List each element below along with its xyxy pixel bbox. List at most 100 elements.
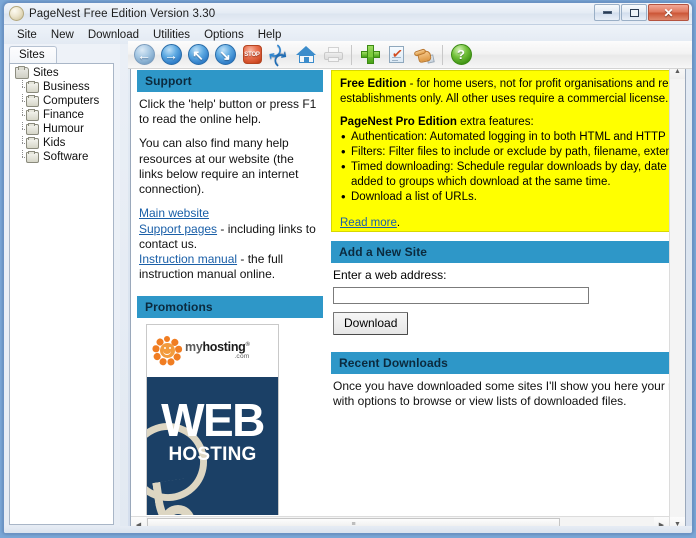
support-panel: Support Click the 'help' button or press…	[137, 70, 323, 287]
help-button[interactable]: ?	[448, 42, 474, 68]
support-pages-link[interactable]: Support pages	[139, 222, 217, 236]
down-button[interactable]: ↘	[212, 42, 238, 68]
ad-registered-mark: ®	[245, 341, 250, 348]
tree-item-label: Kids	[43, 137, 66, 149]
sites-tabstrip: Sites	[4, 44, 120, 64]
ad-headline-web: WEB	[161, 393, 265, 446]
page-vertical-scrollbar[interactable]: ▲ ▼	[669, 64, 685, 532]
close-icon: ✕	[663, 5, 674, 20]
folder-icon	[26, 108, 39, 121]
sites-tree[interactable]: Sites Business Computers Finance Humour …	[9, 63, 114, 525]
free-edition-intro: Free Edition - for home users, not for p…	[340, 77, 685, 107]
pro-edition-title: PageNest Pro Edition	[340, 115, 457, 128]
pro-feature-list: Authentication: Automated logging in to …	[340, 129, 685, 206]
toolbar-separator-1	[351, 44, 352, 65]
forward-button[interactable]: →	[158, 42, 184, 68]
page-left-column: Support Click the 'help' button or press…	[137, 70, 323, 515]
support-para-1: Click the 'help' button or press F1 to r…	[139, 97, 317, 127]
add-site-button[interactable]	[357, 42, 383, 68]
tree-item-label: Business	[43, 81, 90, 93]
tree-root-sites[interactable]: Sites	[10, 64, 113, 80]
welcome-page: Support Click the 'help' button or press…	[131, 64, 685, 515]
welcome-page-viewport: Support Click the 'help' button or press…	[131, 64, 685, 515]
recent-downloads-panel: Recent Downloads Once you have downloade…	[331, 352, 685, 413]
recent-downloads-text: Once you have downloaded some sites I'll…	[333, 379, 685, 409]
stop-sign-icon: STOP	[242, 45, 262, 64]
page-right-column: Snapfiles Free Edition - for home users,…	[331, 70, 685, 515]
free-edition-title: Free Edition	[340, 78, 407, 90]
minimize-button[interactable]	[594, 4, 620, 21]
home-icon	[295, 45, 317, 64]
tree-item-computers[interactable]: Computers	[10, 94, 113, 108]
read-more-line: Read more.	[340, 216, 685, 231]
down-right-arrow-icon: ↘	[214, 44, 236, 65]
back-button[interactable]: ←	[131, 42, 157, 68]
refresh-icon: ⤾ ⤾	[267, 42, 288, 68]
ad-logo-prefix: my	[185, 339, 203, 354]
ad-logo-text: myhosting® .com	[185, 339, 250, 361]
web-address-input[interactable]	[333, 287, 589, 304]
maximize-button[interactable]	[621, 4, 647, 21]
tree-item-business[interactable]: Business	[10, 80, 113, 94]
instruction-manual-link[interactable]: Instruction manual	[139, 252, 237, 266]
promotions-panel: Promotions myhosting® .com WEB HOSTING	[137, 295, 323, 515]
recent-downloads-heading: Recent Downloads	[331, 352, 685, 374]
pro-feature-item: Filters: Filter files to include or excl…	[340, 144, 685, 161]
select-button[interactable]	[411, 42, 437, 68]
support-heading: Support	[137, 70, 323, 92]
read-more-link[interactable]: Read more	[340, 217, 397, 229]
ad-headline-hosting: HOSTING	[168, 443, 257, 465]
home-button[interactable]	[293, 42, 319, 68]
pro-feature-item: Download a list of URLs.	[340, 189, 685, 206]
menu-site[interactable]: Site	[10, 27, 44, 43]
tree-item-label: Software	[43, 151, 89, 163]
promotions-heading: Promotions	[137, 295, 323, 318]
up-left-arrow-icon: ↖	[187, 44, 209, 65]
tree-item-label: Humour	[43, 123, 84, 135]
ad-logo-suffix: hosting	[202, 339, 246, 354]
menu-new[interactable]: New	[44, 27, 81, 43]
sites-root-folder-icon	[15, 66, 29, 79]
download-button[interactable]: Download	[333, 312, 409, 335]
free-edition-panel: Free Edition - for home users, not for p…	[331, 70, 685, 232]
panel-splitter[interactable]	[120, 44, 128, 533]
toolbar-separator-2	[442, 44, 443, 65]
recent-downloads-body: Once you have downloaded some sites I'll…	[331, 374, 685, 413]
add-new-site-panel: Add a New Site Enter a web address: Down…	[331, 241, 685, 343]
title-bar: PageNest Free Edition Version 3.30 ✕	[4, 3, 692, 25]
web-address-label: Enter a web address:	[333, 268, 447, 282]
up-button[interactable]: ↖	[185, 42, 211, 68]
myhosting-sun-logo-icon	[151, 335, 183, 366]
app-sphere-icon	[9, 6, 24, 21]
tree-item-kids[interactable]: Kids	[10, 136, 113, 150]
help-question-icon: ?	[450, 44, 472, 65]
folder-icon	[26, 80, 39, 93]
back-arrow-icon: ←	[133, 44, 155, 65]
window-title: PageNest Free Edition Version 3.30	[29, 7, 216, 20]
support-links: Main website Support pages - including l…	[139, 206, 321, 282]
properties-button[interactable]: ✓	[384, 42, 410, 68]
folder-icon	[26, 150, 39, 163]
clipboard-check-icon: ✓	[389, 45, 405, 64]
status-bar	[4, 526, 692, 533]
read-more-period: .	[396, 216, 401, 229]
ad-logo-domain: .com	[234, 353, 250, 361]
application-window: PageNest Free Edition Version 3.30 ✕ Sit…	[3, 2, 693, 534]
ad-logo-area: myhosting® .com	[147, 324, 278, 377]
folder-icon	[26, 136, 39, 149]
tree-item-software[interactable]: Software	[10, 150, 113, 164]
ad-artwork: WEB HOSTING	[147, 376, 278, 515]
tree-item-finance[interactable]: Finance	[10, 108, 113, 122]
stop-button[interactable]: STOP	[239, 42, 265, 68]
tree-item-humour[interactable]: Humour	[10, 122, 113, 136]
main-website-link[interactable]: Main website	[139, 206, 209, 220]
maximize-icon	[629, 8, 639, 17]
main-split-area: Sites Sites Business Computers Finance H…	[4, 44, 692, 533]
folder-icon	[26, 122, 39, 135]
support-para-2: You can also find many help resources at…	[139, 136, 299, 197]
support-body: Click the 'help' button or press F1 to r…	[137, 92, 323, 287]
tab-sites[interactable]: Sites	[9, 46, 57, 64]
refresh-button[interactable]: ⤾ ⤾	[266, 42, 292, 68]
promotion-ad-banner[interactable]: myhosting® .com WEB HOSTING	[146, 323, 279, 515]
close-button[interactable]: ✕	[648, 4, 689, 21]
